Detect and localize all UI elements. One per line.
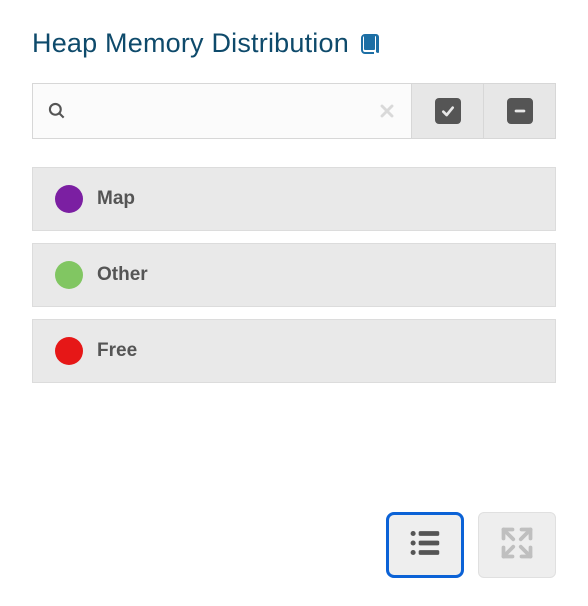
search-row bbox=[32, 83, 556, 139]
list-view-button[interactable] bbox=[386, 512, 464, 578]
expand-icon bbox=[499, 525, 535, 566]
page-title: Heap Memory Distribution bbox=[32, 28, 349, 59]
search-icon bbox=[47, 101, 67, 121]
color-swatch bbox=[55, 261, 83, 289]
list-icon bbox=[406, 524, 444, 567]
clear-icon[interactable] bbox=[377, 101, 397, 121]
legend-list: Map Other Free bbox=[32, 167, 556, 383]
search-input[interactable] bbox=[67, 102, 377, 120]
legend-label: Other bbox=[97, 264, 148, 286]
search-box[interactable] bbox=[32, 83, 412, 139]
select-all-button[interactable] bbox=[412, 83, 484, 139]
expand-button[interactable] bbox=[478, 512, 556, 578]
legend-item-map[interactable]: Map bbox=[32, 167, 556, 231]
book-icon[interactable] bbox=[359, 32, 383, 56]
check-icon bbox=[435, 98, 461, 124]
minus-icon bbox=[507, 98, 533, 124]
color-swatch bbox=[55, 337, 83, 365]
legend-item-other[interactable]: Other bbox=[32, 243, 556, 307]
heap-memory-panel: Heap Memory Distribution bbox=[0, 0, 588, 383]
footer-buttons bbox=[386, 512, 556, 578]
title-row: Heap Memory Distribution bbox=[32, 28, 556, 59]
legend-label: Map bbox=[97, 188, 135, 210]
color-swatch bbox=[55, 185, 83, 213]
deselect-all-button[interactable] bbox=[484, 83, 556, 139]
legend-item-free[interactable]: Free bbox=[32, 319, 556, 383]
legend-label: Free bbox=[97, 340, 137, 362]
